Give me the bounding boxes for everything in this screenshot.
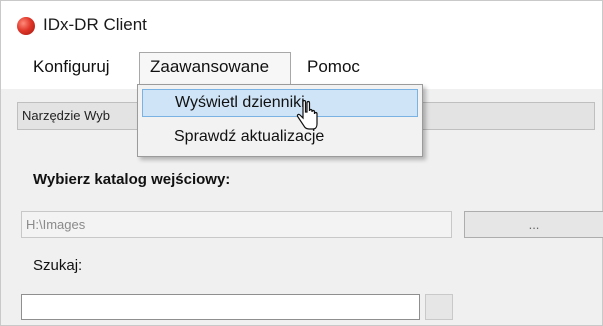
search-button[interactable] xyxy=(425,294,453,320)
hand-cursor-icon xyxy=(296,100,318,130)
search-label: Szukaj: xyxy=(33,257,83,274)
app-logo-icon xyxy=(17,17,35,35)
menu-pomoc[interactable]: Pomoc xyxy=(303,55,364,79)
window-title: IDx-DR Client xyxy=(43,15,147,34)
advanced-menu-dropdown: Wyświetl dzienniki Sprawdź aktualizacje xyxy=(137,84,423,157)
menu-item-check-updates[interactable]: Sprawdź aktualizacje xyxy=(142,123,418,151)
input-directory-field[interactable]: H:\Images xyxy=(21,211,452,238)
menu-item-view-logs[interactable]: Wyświetl dzienniki xyxy=(142,89,418,117)
browse-button[interactable]: ... xyxy=(464,211,603,238)
menu-bar: Konfiguruj Zaawansowane Pomoc xyxy=(1,45,602,90)
title-bar: IDx-DR Client xyxy=(1,1,602,45)
search-input[interactable] xyxy=(21,294,420,320)
app-window: IDx-DR Client Konfiguruj Zaawansowane Po… xyxy=(0,0,603,326)
input-directory-label: Wybierz katalog wejściowy: xyxy=(33,171,231,188)
menu-konfiguruj[interactable]: Konfiguruj xyxy=(29,55,114,79)
